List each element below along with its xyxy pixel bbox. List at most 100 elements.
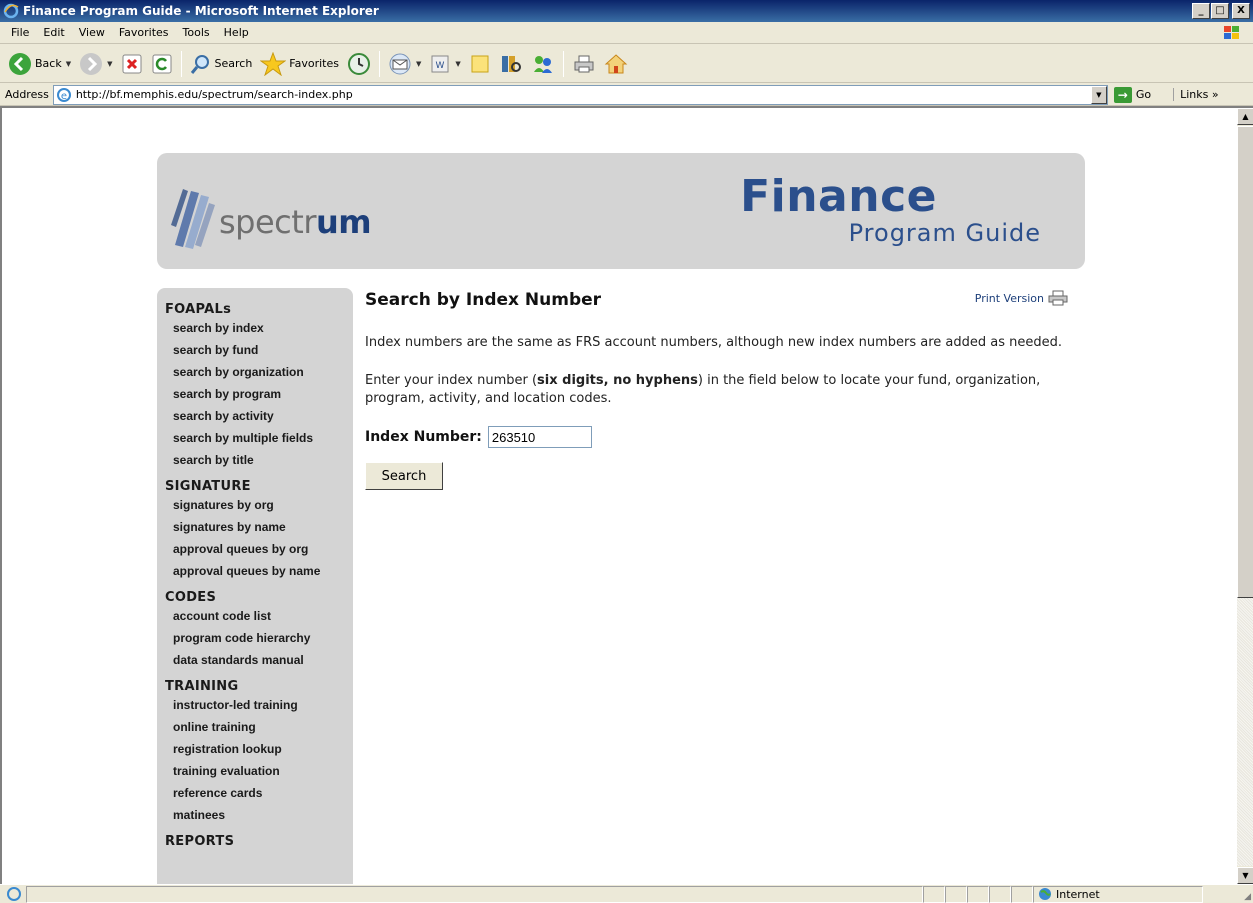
menu-favorites[interactable]: Favorites bbox=[112, 26, 176, 39]
notes-button[interactable] bbox=[465, 48, 495, 80]
maximize-button[interactable]: □ bbox=[1211, 3, 1229, 19]
print-version-label: Print Version bbox=[974, 291, 1044, 305]
sidebar-heading-training: TRAINING bbox=[165, 679, 239, 694]
status-cell bbox=[945, 885, 967, 903]
back-label: Back bbox=[35, 57, 62, 70]
instruction-text-start: Enter your index number ( bbox=[365, 373, 538, 388]
back-button[interactable]: Back ▼ bbox=[4, 48, 75, 80]
minimize-button[interactable]: _ bbox=[1192, 3, 1210, 19]
books-icon bbox=[501, 55, 521, 72]
title-bar: Finance Program Guide - Microsoft Intern… bbox=[0, 0, 1253, 22]
security-zone: Internet bbox=[1033, 885, 1203, 903]
sidebar-link-approval-queues-by-org[interactable]: approval queues by org bbox=[165, 538, 353, 560]
browser-viewport: spectrum Finance Program Guide FOAPALs s… bbox=[0, 106, 1253, 884]
index-number-input[interactable] bbox=[487, 426, 592, 448]
back-dropdown-icon[interactable]: ▼ bbox=[66, 60, 71, 68]
toolbar-separator bbox=[180, 50, 182, 77]
go-button[interactable]: → Go bbox=[1113, 86, 1151, 103]
sidebar-link-search-by-program[interactable]: search by program bbox=[165, 383, 353, 405]
sidebar-link-account-code-list[interactable]: account code list bbox=[165, 605, 353, 627]
status-cell bbox=[1011, 885, 1033, 903]
sidebar-link-matinees[interactable]: matinees bbox=[165, 804, 353, 826]
sidebar-link-search-by-fund[interactable]: search by fund bbox=[165, 339, 353, 361]
ie-icon bbox=[3, 3, 19, 19]
sidebar-link-search-by-activity[interactable]: search by activity bbox=[165, 405, 353, 427]
sidebar-link-instructor-led-training[interactable]: instructor-led training bbox=[165, 694, 353, 716]
refresh-button[interactable] bbox=[147, 48, 177, 80]
sidebar-link-reference-cards[interactable]: reference cards bbox=[165, 782, 353, 804]
scroll-thumb[interactable] bbox=[1237, 126, 1253, 598]
mail-dropdown-icon[interactable]: ▼ bbox=[416, 60, 421, 68]
scroll-up-icon[interactable]: ▲ bbox=[1237, 108, 1253, 125]
status-message-cell bbox=[26, 885, 923, 903]
messenger-button[interactable] bbox=[527, 48, 559, 80]
banner-title: Finance bbox=[740, 171, 937, 222]
menu-help[interactable]: Help bbox=[217, 26, 256, 39]
links-button[interactable]: Links » bbox=[1173, 88, 1219, 101]
address-url: http://bf.memphis.edu/spectrum/search-in… bbox=[75, 88, 353, 101]
sidebar-link-search-by-multiple-fields[interactable]: search by multiple fields bbox=[165, 427, 353, 449]
sidebar-link-registration-lookup[interactable]: registration lookup bbox=[165, 738, 353, 760]
spectrum-logo[interactable]: spectrum bbox=[219, 203, 372, 241]
star-icon bbox=[260, 51, 287, 76]
main-content: Search by Index Number Print Version Ind… bbox=[365, 288, 1068, 490]
search-button[interactable]: Search bbox=[186, 48, 257, 80]
edit-button[interactable]: W ▼ bbox=[425, 48, 464, 80]
sidebar-link-signatures-by-name[interactable]: signatures by name bbox=[165, 516, 353, 538]
sidebar-link-signatures-by-org[interactable]: signatures by org bbox=[165, 494, 353, 516]
globe-icon bbox=[1039, 888, 1051, 900]
scroll-track[interactable] bbox=[1237, 598, 1253, 866]
sidebar: FOAPALs search by index search by fund s… bbox=[157, 288, 353, 884]
word-icon: W bbox=[431, 55, 449, 72]
refresh-icon bbox=[152, 54, 171, 73]
vertical-scrollbar[interactable]: ▲ ▼ bbox=[1236, 108, 1253, 884]
sidebar-link-program-code-hierarchy[interactable]: program code hierarchy bbox=[165, 627, 353, 649]
sidebar-link-search-by-organization[interactable]: search by organization bbox=[165, 361, 353, 383]
web-page: spectrum Finance Program Guide FOAPALs s… bbox=[2, 108, 1236, 884]
close-button[interactable]: X bbox=[1232, 3, 1250, 19]
research-button[interactable] bbox=[495, 48, 527, 80]
page-title: Search by Index Number bbox=[365, 290, 602, 310]
forward-button[interactable]: ▼ bbox=[75, 48, 116, 80]
sidebar-link-training-evaluation[interactable]: training evaluation bbox=[165, 760, 353, 782]
sidebar-link-search-by-title[interactable]: search by title bbox=[165, 449, 353, 471]
favorites-button[interactable]: Favorites bbox=[256, 48, 343, 80]
menu-view[interactable]: View bbox=[72, 26, 112, 39]
forward-arrow-icon bbox=[80, 52, 103, 75]
logo-text-bold: um bbox=[315, 203, 372, 241]
menu-file[interactable]: File bbox=[4, 26, 36, 39]
sidebar-link-online-training[interactable]: online training bbox=[165, 716, 353, 738]
resize-grip-icon[interactable]: ◢ bbox=[1244, 892, 1251, 902]
home-button[interactable] bbox=[600, 48, 632, 80]
status-cell bbox=[989, 885, 1011, 903]
menu-edit[interactable]: Edit bbox=[36, 26, 71, 39]
back-arrow-icon bbox=[9, 52, 31, 75]
banner-subtitle: Program Guide bbox=[848, 219, 1041, 247]
edit-dropdown-icon[interactable]: ▼ bbox=[455, 60, 460, 68]
menu-tools[interactable]: Tools bbox=[176, 26, 217, 39]
scroll-down-icon[interactable]: ▼ bbox=[1237, 867, 1253, 884]
printer-icon bbox=[574, 55, 594, 72]
index-number-row: Index Number: bbox=[365, 426, 1065, 448]
sidebar-link-search-by-index[interactable]: search by index bbox=[165, 317, 353, 339]
windows-logo-icon bbox=[1224, 26, 1239, 39]
forward-dropdown-icon[interactable]: ▼ bbox=[107, 60, 112, 68]
address-field[interactable]: e http://bf.memphis.edu/spectrum/search-… bbox=[52, 84, 1108, 105]
history-button[interactable] bbox=[343, 48, 375, 80]
instruction-emphasis: six digits, no hyphens bbox=[537, 373, 698, 388]
sidebar-heading-reports: REPORTS bbox=[165, 834, 235, 849]
address-dropdown-icon[interactable]: ▼ bbox=[1090, 85, 1107, 104]
print-button[interactable] bbox=[568, 48, 600, 80]
spectrum-logo-icon bbox=[171, 189, 215, 249]
mail-button[interactable]: ▼ bbox=[384, 48, 425, 80]
status-bar: Internet ◢ bbox=[0, 884, 1253, 903]
search-submit-button[interactable]: Search bbox=[365, 462, 443, 490]
logo-text-plain: spectr bbox=[219, 203, 316, 241]
sidebar-link-data-standards-manual[interactable]: data standards manual bbox=[165, 649, 353, 671]
print-version-link[interactable]: Print Version bbox=[975, 290, 1068, 306]
home-icon bbox=[604, 53, 628, 73]
stop-button[interactable] bbox=[117, 48, 147, 80]
sidebar-link-approval-queues-by-name[interactable]: approval queues by name bbox=[165, 560, 353, 582]
go-arrow-icon: → bbox=[1113, 86, 1132, 103]
site-banner: spectrum Finance Program Guide bbox=[157, 153, 1085, 269]
